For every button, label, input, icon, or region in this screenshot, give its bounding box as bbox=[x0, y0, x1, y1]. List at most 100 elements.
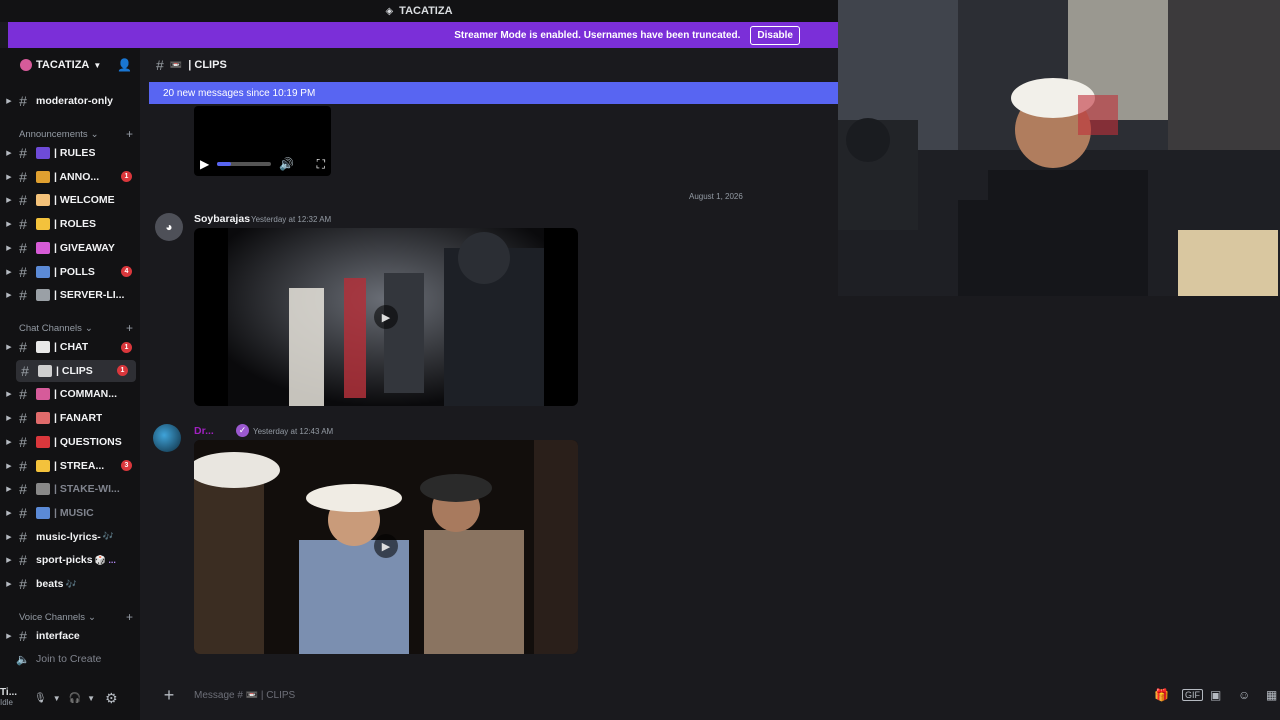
user-info[interactable]: Ti... Idle bbox=[0, 688, 30, 708]
message-input[interactable]: Message # 📼 | CLIPS bbox=[194, 690, 295, 701]
sidebar-channel[interactable]: ▶ # | CHAT 1 bbox=[0, 336, 140, 358]
hash-icon: # bbox=[19, 287, 27, 304]
channel-name: | POLLS bbox=[54, 265, 95, 278]
sidebar-channel[interactable]: ▶ # | RULES bbox=[0, 142, 140, 164]
add-channel-icon[interactable]: + bbox=[126, 610, 133, 624]
hash-icon: # bbox=[19, 457, 27, 474]
sidebar-channel[interactable]: ▶ # | COMMAN... bbox=[0, 383, 140, 405]
sidebar-channel[interactable]: ▶ # music-lyrics- 🎶 bbox=[0, 526, 140, 548]
sidebar-channel[interactable]: ▶ # beats 🎶 bbox=[0, 573, 140, 595]
channel-name: | GIVEAWAY bbox=[54, 241, 115, 254]
hash-icon: # bbox=[19, 216, 27, 233]
avatar[interactable] bbox=[153, 424, 181, 452]
sidebar-channel[interactable]: ▶ # interface bbox=[0, 625, 140, 647]
notebook-icon bbox=[36, 147, 50, 159]
chevron-down-icon: ▼ bbox=[93, 60, 102, 70]
hash-icon: # bbox=[19, 576, 27, 592]
sidebar-channel[interactable]: ▶#| CLIPS1 bbox=[16, 359, 136, 382]
sidebar-channel[interactable]: ▶ # moderator-only bbox=[0, 90, 140, 112]
banner-text: Streamer Mode is enabled. Usernames have… bbox=[454, 29, 741, 41]
chat-header-channel: | CLIPS bbox=[188, 59, 227, 71]
user-name: Ti... bbox=[0, 687, 18, 698]
hash-icon: # bbox=[21, 362, 29, 379]
play-icon[interactable]: ▶ bbox=[374, 534, 398, 558]
gif-icon[interactable]: GIF bbox=[1182, 689, 1203, 701]
expand-arrow-icon: ▶ bbox=[6, 221, 12, 229]
channel-name: Join to Create bbox=[36, 653, 102, 665]
sticker-icon[interactable]: ▣ bbox=[1210, 688, 1221, 702]
sidebar-channel[interactable]: ▶ # | WELCOME bbox=[0, 189, 140, 211]
volume-slider[interactable] bbox=[217, 162, 272, 166]
join-to-create-channel[interactable]: 🔈 Join to Create bbox=[0, 648, 140, 670]
volume-icon[interactable]: 🔊 bbox=[279, 157, 294, 171]
hash-icon: # bbox=[19, 239, 27, 256]
emoji-icon[interactable]: ☺ bbox=[1238, 688, 1250, 702]
chat-header: # 📼 | CLIPS bbox=[140, 48, 854, 82]
hash-icon: # bbox=[19, 433, 27, 450]
sidebar-channel[interactable]: ▶ # | SERVER-LI... bbox=[0, 284, 140, 306]
chevron-down-icon[interactable]: ▼ bbox=[53, 694, 61, 703]
expand-arrow-icon: ▶ bbox=[6, 98, 12, 105]
message-timestamp: Yesterday at 12:43 AM bbox=[253, 427, 334, 436]
sidebar-channel[interactable]: ▶ # | ROLES bbox=[0, 213, 140, 235]
channel-name: | COMMAN... bbox=[54, 388, 118, 401]
streamer-mode-banner: Streamer Mode is enabled. Usernames have… bbox=[8, 22, 838, 48]
expand-arrow-icon: ▶ bbox=[6, 268, 12, 276]
hash-icon: # bbox=[19, 386, 27, 403]
channel-category[interactable]: Chat Channels ⌄ + bbox=[19, 321, 133, 335]
sidebar-channel[interactable]: ▶ # | ANNO... 1 bbox=[0, 166, 140, 188]
hash-icon: # bbox=[19, 263, 27, 280]
unread-badge: 4 bbox=[121, 266, 132, 277]
expand-arrow-icon: ▶ bbox=[6, 438, 12, 446]
expand-arrow-icon: ▶ bbox=[6, 415, 12, 423]
unread-badge: 1 bbox=[121, 171, 132, 183]
channel-name: interface bbox=[36, 630, 80, 642]
play-icon[interactable]: ▶ bbox=[200, 157, 209, 171]
apps-icon[interactable]: ▦ bbox=[1266, 688, 1277, 702]
webcam-image bbox=[838, 0, 1280, 296]
fullscreen-icon[interactable]: ⛶ bbox=[317, 157, 325, 172]
avatar[interactable]: ◕ bbox=[155, 213, 183, 241]
channel-name: | MUSIC bbox=[54, 506, 94, 519]
slot-icon bbox=[36, 483, 50, 496]
add-user-icon[interactable]: 👤 bbox=[117, 58, 132, 72]
gift-icon[interactable]: 🎁 bbox=[1154, 688, 1169, 702]
previous-video-attachment[interactable]: ▶ 🔊 ⛶ bbox=[194, 106, 331, 176]
sidebar-channel[interactable]: ▶ # | MUSIC bbox=[0, 502, 140, 524]
video-attachment[interactable]: ▶ bbox=[194, 440, 578, 654]
sidebar-channel[interactable]: ▶ # | POLLS 4 bbox=[0, 261, 140, 283]
channel-suffix: 🎲 ... bbox=[94, 554, 116, 565]
hash-icon: # bbox=[19, 528, 27, 545]
sidebar-channel[interactable]: ▶ # | QUESTIONS bbox=[0, 431, 140, 453]
headphones-icon[interactable]: 🎧 bbox=[69, 693, 81, 704]
channel-name: | CHAT bbox=[54, 341, 89, 353]
sidebar-channel[interactable]: ▶ # | GIVEAWAY bbox=[0, 237, 140, 259]
sidebar-channel[interactable]: ▶ # | FANART bbox=[0, 407, 140, 429]
chevron-down-icon[interactable]: ▼ bbox=[87, 694, 95, 703]
channel-category[interactable]: Voice Channels ⌄ + bbox=[19, 610, 133, 624]
server-icon bbox=[20, 59, 32, 71]
disable-streamer-button[interactable]: Disable bbox=[750, 25, 800, 45]
play-icon[interactable]: ▶ bbox=[374, 305, 398, 329]
add-channel-icon[interactable]: + bbox=[126, 127, 133, 141]
sidebar-channel[interactable]: ▶ # sport-picks 🎲 ... bbox=[0, 549, 140, 571]
hash-icon: # bbox=[19, 192, 27, 209]
gear-icon[interactable]: ⚙ bbox=[105, 690, 118, 707]
new-messages-bar[interactable]: 20 new messages since 10:19 PM bbox=[149, 82, 838, 104]
webcam-overlay bbox=[838, 0, 1280, 296]
discord-icon: ◕ bbox=[165, 220, 173, 234]
expand-arrow-icon: ▶ bbox=[6, 509, 12, 517]
hash-icon: # bbox=[19, 410, 27, 427]
message-author[interactable]: Dr... bbox=[194, 425, 214, 437]
channel-category[interactable]: Announcements ⌄ + bbox=[19, 127, 133, 141]
microphone-icon[interactable]: 🎙 bbox=[34, 693, 47, 704]
sidebar-channel[interactable]: ▶ # | STAKE-WI... bbox=[0, 478, 140, 500]
add-attachment-icon[interactable]: + bbox=[149, 685, 189, 706]
sidebar-channel[interactable]: ▶ # | STREA... 3 bbox=[0, 455, 140, 477]
hash-icon: # bbox=[19, 339, 27, 355]
video-attachment[interactable]: ▶ bbox=[194, 228, 578, 406]
channel-name: beats bbox=[36, 578, 64, 590]
add-channel-icon[interactable]: + bbox=[126, 321, 133, 335]
server-header[interactable]: TACATIZA ▼ 👤 bbox=[0, 48, 140, 82]
message-author[interactable]: Soybarajas bbox=[194, 213, 250, 225]
